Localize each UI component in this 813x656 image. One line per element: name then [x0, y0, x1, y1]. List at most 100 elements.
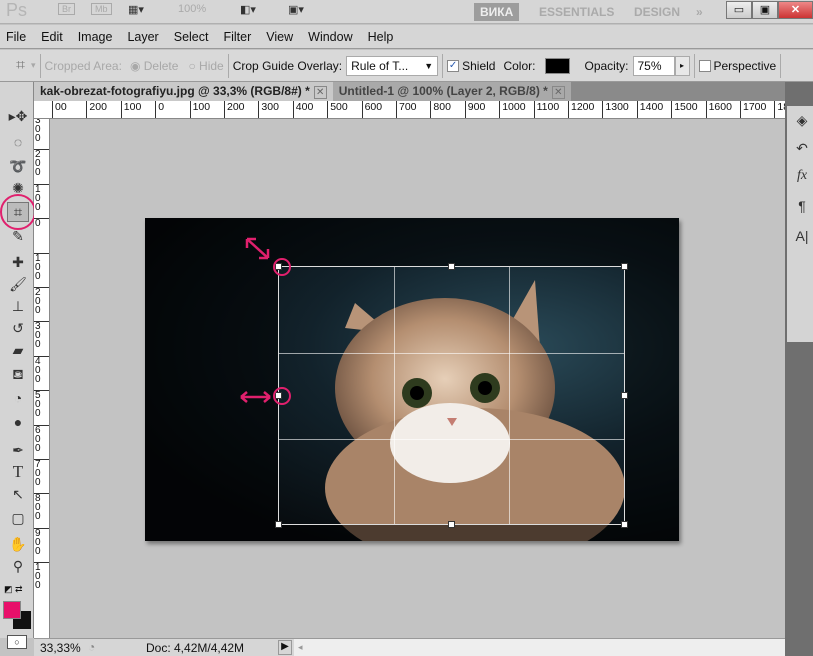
- eyedropper-tool-icon[interactable]: ✎: [7, 226, 29, 246]
- perspective-checkbox[interactable]: [698, 59, 711, 72]
- crop-handle-bottom-left[interactable]: [275, 521, 282, 528]
- crop-selection-box[interactable]: [275, 263, 628, 528]
- view-extras-icon[interactable]: ▦▾: [128, 3, 144, 16]
- menu-image[interactable]: Image: [78, 30, 121, 44]
- workspace-essentials[interactable]: ESSENTIALS: [533, 3, 620, 21]
- scroll-left-icon[interactable]: ◂: [298, 642, 303, 652]
- default-colors-icon[interactable]: ◩ ⇄: [4, 584, 23, 595]
- clone-stamp-tool-icon[interactable]: ⊥: [7, 296, 29, 316]
- ruler-label: 9 0 0: [34, 527, 49, 556]
- menu-select[interactable]: Select: [174, 30, 217, 44]
- quick-mask-icon[interactable]: ○: [7, 635, 27, 649]
- menu-file[interactable]: File: [6, 30, 34, 44]
- opacity-input[interactable]: 75%: [632, 55, 675, 76]
- crop-handle-right[interactable]: [621, 392, 628, 399]
- zoom-field[interactable]: 33,33%: [40, 641, 81, 655]
- maximize-button[interactable]: ▣: [752, 1, 778, 19]
- photoshop-logo: Ps: [6, 0, 28, 20]
- paragraph-panel-icon[interactable]: ¶: [793, 198, 811, 214]
- shield-checkbox[interactable]: ✓: [447, 59, 460, 72]
- crop-handle-top[interactable]: [448, 263, 455, 270]
- hand-tool-icon[interactable]: ✋: [7, 534, 29, 554]
- ruler-label: 1400: [636, 101, 663, 118]
- close-tab-icon[interactable]: ✕: [551, 86, 565, 99]
- minimize-button[interactable]: ▭: [726, 1, 752, 19]
- paint-bucket-tool-icon[interactable]: ⛾: [7, 364, 29, 384]
- healing-brush-tool-icon[interactable]: ✚: [7, 252, 29, 272]
- blur-tool-icon[interactable]: ◔: [7, 388, 29, 408]
- ruler-label: 1300: [602, 101, 629, 118]
- marquee-tool-icon[interactable]: ◌: [7, 132, 29, 152]
- eraser-tool-icon[interactable]: ▰: [7, 340, 29, 360]
- menu-edit[interactable]: Edit: [41, 30, 71, 44]
- menu-layer[interactable]: Layer: [127, 30, 166, 44]
- zoom-tool-icon[interactable]: ⚲: [7, 556, 29, 576]
- screen-mode-icon[interactable]: ▣▾: [288, 3, 304, 16]
- delete-radio[interactable]: ◉ Delete: [130, 59, 179, 73]
- cropped-area-label: Cropped Area:: [44, 58, 122, 73]
- ruler-label: 7 0 0: [34, 459, 49, 488]
- layers-panel-icon[interactable]: ◈: [793, 112, 811, 129]
- bridge-button[interactable]: Br: [58, 3, 75, 15]
- history-panel-icon[interactable]: ↶: [793, 140, 811, 157]
- ruler-label: 5 0 0: [34, 390, 49, 419]
- ruler-label: 1100: [533, 101, 559, 118]
- ruler-label: 1 0 0: [34, 252, 49, 281]
- menu-window[interactable]: Window: [308, 30, 360, 44]
- dodge-tool-icon[interactable]: ●: [7, 412, 29, 432]
- crop-handle-top-right[interactable]: [621, 263, 628, 270]
- vertical-ruler: 3 0 0 2 0 0 1 0 0 0 1 0 0 2 0 0 3 0 0 4 0 0 5 0 …: [34, 119, 50, 638]
- tab-label: kak-obrezat-fotografiyu.jpg @ 33,3% (RGB…: [40, 84, 310, 98]
- rectangle-tool-icon[interactable]: ▢: [7, 508, 29, 528]
- rule-of-thirds-line: [279, 353, 624, 354]
- rule-of-thirds-line: [394, 267, 395, 524]
- tab-kak-obrezat[interactable]: kak-obrezat-fotografiyu.jpg @ 33,3% (RGB…: [34, 82, 333, 101]
- hide-radio[interactable]: ○ Hide: [188, 59, 223, 73]
- opacity-label: Opacity:: [584, 58, 629, 73]
- ruler-label: 0: [34, 218, 49, 229]
- menu-help[interactable]: Help: [368, 30, 402, 44]
- menu-filter[interactable]: Filter: [223, 30, 259, 44]
- ruler-label: 1500: [671, 101, 698, 118]
- lasso-tool-icon[interactable]: ➰: [7, 156, 29, 176]
- character-panel-icon[interactable]: A|: [793, 228, 811, 244]
- diagonal-resize-arrow-icon: [245, 237, 270, 260]
- more-workspaces-button[interactable]: »: [690, 3, 709, 21]
- history-brush-tool-icon[interactable]: ↺: [7, 318, 29, 338]
- close-button[interactable]: ✕: [778, 1, 813, 19]
- path-selection-tool-icon[interactable]: ↖: [7, 484, 29, 504]
- foreground-color-swatch[interactable]: [3, 601, 21, 619]
- overlay-select[interactable]: Rule of T... ▼: [346, 55, 439, 76]
- crop-handle-bottom[interactable]: [448, 521, 455, 528]
- shield-color-swatch[interactable]: [545, 57, 571, 74]
- ruler-label: 800: [430, 101, 451, 118]
- type-tool-icon[interactable]: T: [7, 462, 29, 482]
- pen-tool-icon[interactable]: ✒: [7, 440, 29, 460]
- ruler-label: 2 0 0: [34, 149, 49, 178]
- move-tool-icon[interactable]: ▸✥: [7, 106, 29, 126]
- workspace-design[interactable]: DESIGN: [628, 3, 686, 21]
- ruler-label: 100: [120, 101, 141, 118]
- ruler-label: 00: [52, 101, 67, 118]
- minibridge-button[interactable]: Mb: [91, 3, 112, 15]
- crop-handle-bottom-right[interactable]: [621, 521, 628, 528]
- close-tab-icon[interactable]: ✕: [313, 86, 327, 99]
- crop-tool-preset-icon[interactable]: ⌗: [16, 57, 25, 75]
- workspace-vika[interactable]: ВИКА: [474, 3, 520, 21]
- zoom-level-dropdown[interactable]: 100%: [178, 3, 206, 15]
- tab-untitled-1[interactable]: Untitled-1 @ 100% (Layer 2, RGB/8) * ✕: [332, 82, 571, 101]
- preset-dropdown-icon[interactable]: ▾: [31, 60, 36, 71]
- brush-tool-icon[interactable]: 🖌: [7, 274, 29, 294]
- ruler-label: 3 0 0: [34, 321, 49, 350]
- status-menu-arrow[interactable]: ▶: [278, 640, 292, 655]
- crop-tool-highlight-circle: [0, 194, 36, 230]
- ruler-label: 8 0 0: [34, 493, 49, 522]
- horizontal-scrollbar[interactable]: ◂: [294, 639, 785, 656]
- ruler-label: 300: [258, 101, 279, 118]
- opacity-slider-button[interactable]: ▸: [674, 55, 690, 76]
- shield-label: Shield: [462, 58, 496, 73]
- menu-view[interactable]: View: [266, 30, 301, 44]
- status-info-icon[interactable]: ◔: [88, 640, 95, 654]
- arrange-documents-icon[interactable]: ◧▾: [240, 3, 256, 16]
- styles-panel-icon[interactable]: fx: [793, 168, 811, 184]
